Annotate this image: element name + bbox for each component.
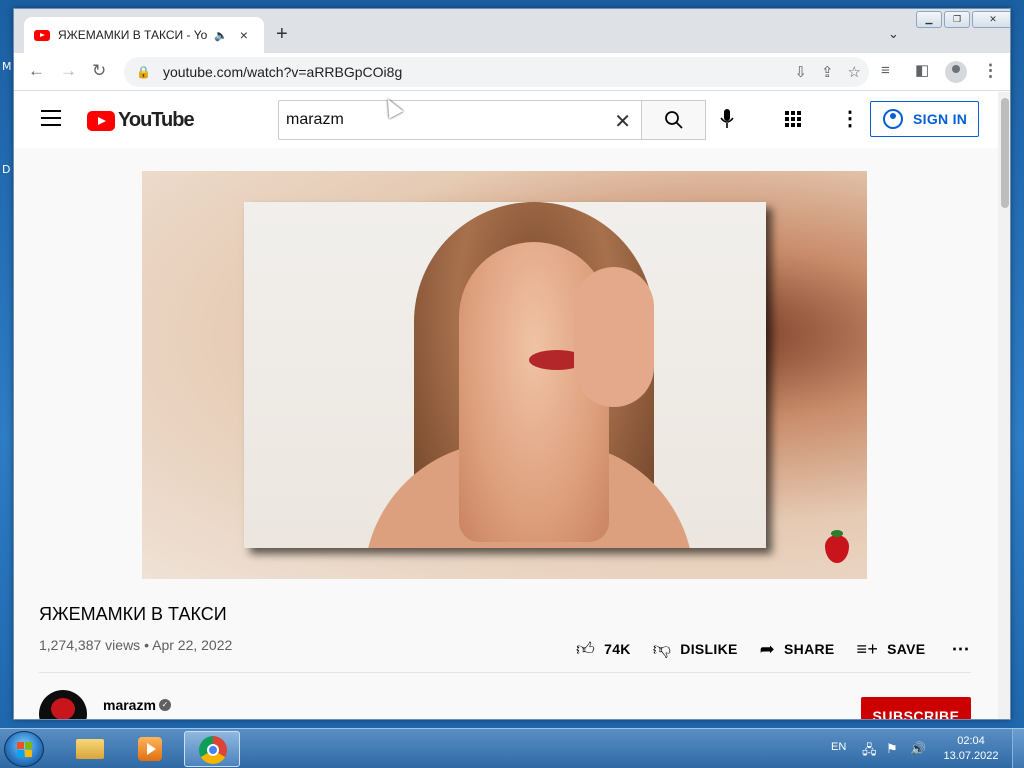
save-label: SAVE	[887, 641, 926, 657]
window-controls: ▁ ❐ ✕	[916, 11, 1010, 28]
lock-icon[interactable]: 🔒	[136, 65, 151, 79]
video-thumbnail-frame	[244, 202, 766, 548]
channel-avatar[interactable]	[39, 690, 87, 719]
taskbar-explorer[interactable]	[62, 731, 118, 767]
forward-arrow-icon[interactable]: →	[60, 62, 77, 80]
divider	[39, 672, 971, 673]
sign-in-button[interactable]: SIGN IN	[870, 101, 979, 137]
close-window-button[interactable]: ✕	[972, 11, 1010, 28]
settings-kebab-icon[interactable]: ⋮	[840, 106, 860, 131]
tab-title: ЯЖЕМАМКИ В ТАКСИ - YouTube	[58, 28, 208, 42]
install-app-icon[interactable]: ⇩	[794, 63, 807, 81]
video-title: ЯЖЕМАМКИ В ТАКСИ	[39, 604, 227, 624]
reading-list-icon[interactable]: ≡	[881, 62, 890, 80]
thumbs-down-icon: 👎︎	[652, 639, 672, 659]
search-input[interactable]	[286, 111, 586, 129]
browser-toolbar: ← → ↻ 🔒 youtube.com/watch?v=aRRBGpCOi8g …	[14, 53, 1010, 91]
share-button[interactable]: ➦ SHARE	[760, 639, 835, 660]
profile-avatar[interactable]	[945, 61, 967, 87]
show-desktop-button[interactable]	[1012, 729, 1024, 768]
desktop-icon-label[interactable]: M	[2, 60, 12, 73]
network-icon[interactable]: 🖧	[862, 741, 877, 763]
action-center-icon[interactable]: ⚑	[886, 741, 898, 757]
sign-in-label: SIGN IN	[913, 111, 968, 127]
browser-window: ЯЖЕМАМКИ В ТАКСИ - YouTube 🔈 × + ⌄ ▁ ❐ ✕…	[13, 8, 1011, 720]
speaker-icon[interactable]: 🔈	[214, 29, 228, 42]
new-tab-button[interactable]: +	[276, 24, 288, 44]
clock-time: 02:04	[957, 735, 985, 747]
side-panel-icon[interactable]: ◧	[915, 62, 929, 80]
dislike-label: DISLIKE	[680, 641, 738, 657]
microphone-icon[interactable]	[720, 108, 734, 136]
clear-search-icon[interactable]: ✕	[614, 109, 631, 134]
url-text[interactable]: youtube.com/watch?v=aRRBGpCOi8g	[163, 64, 402, 80]
media-player-icon	[138, 737, 162, 761]
subscribe-button[interactable]: SUBSCRIBE	[861, 697, 971, 719]
youtube-play-icon	[87, 110, 115, 131]
video-player[interactable]	[142, 171, 867, 579]
clock-date: 13.07.2022	[943, 750, 999, 762]
video-meta: 1,274,387 views • Apr 22, 2022	[39, 637, 232, 653]
taskbar-media-player[interactable]	[122, 731, 178, 767]
reload-icon[interactable]: ↻	[92, 62, 106, 80]
meta-separator: •	[144, 637, 153, 653]
account-icon	[883, 109, 903, 129]
folder-icon	[76, 739, 104, 759]
restore-button[interactable]: ❐	[944, 11, 970, 28]
scrollbar-thumb[interactable]	[1001, 98, 1009, 208]
youtube-logo[interactable]: YouTube	[87, 109, 195, 132]
thumbs-up-icon: 👍︎	[576, 639, 596, 659]
start-button[interactable]	[4, 731, 44, 767]
volume-icon[interactable]: 🔊	[910, 741, 926, 757]
like-button[interactable]: 👍︎ 74K	[576, 638, 631, 660]
tab-strip: ЯЖЕМАМКИ В ТАКСИ - YouTube 🔈 × + ⌄ ▁ ❐ ✕	[14, 9, 1010, 53]
apps-grid-icon[interactable]	[785, 111, 801, 127]
page-scrollbar[interactable]	[998, 92, 1010, 719]
browser-menu-icon[interactable]: ⋮	[982, 62, 999, 80]
verified-badge-icon: ✓	[159, 699, 171, 711]
save-button[interactable]: ≡+ SAVE	[857, 639, 926, 660]
address-bar[interactable]: 🔒 youtube.com/watch?v=aRRBGpCOi8g ⇩ ⇪ ☆	[124, 57, 869, 87]
system-clock[interactable]: 02:04 13.07.2022	[940, 734, 1002, 764]
logo-text: YouTube	[118, 109, 195, 131]
video-frame-hand	[574, 267, 654, 407]
profile-icon	[945, 61, 967, 83]
dislike-button[interactable]: 👎︎ DISLIKE	[653, 638, 738, 660]
chrome-icon	[199, 736, 227, 764]
share-label: SHARE	[784, 641, 835, 657]
taskbar-chrome[interactable]	[184, 731, 240, 767]
search-button[interactable]	[642, 100, 706, 140]
youtube-header: YouTube ✕ ⋮	[14, 92, 998, 148]
search-icon	[664, 111, 683, 129]
youtube-favicon-icon	[34, 29, 50, 41]
share-icon[interactable]: ⇪	[821, 63, 834, 81]
browser-tab[interactable]: ЯЖЕМАМКИ В ТАКСИ - YouTube 🔈 ×	[24, 17, 264, 53]
tab-search-chevron-icon[interactable]: ⌄	[888, 26, 899, 42]
minimize-button[interactable]: ▁	[916, 11, 942, 28]
tab-close-icon[interactable]: ×	[240, 27, 248, 43]
more-actions-icon[interactable]: ⋯	[951, 639, 969, 660]
taskbar: EN 🖧 ⚑ 🔊 02:04 13.07.2022	[0, 728, 1024, 768]
like-count: 74K	[604, 641, 631, 657]
hamburger-menu-icon[interactable]	[41, 110, 61, 126]
channel-watermark-icon[interactable]	[825, 530, 849, 563]
mic-shape	[720, 109, 734, 128]
desktop-icon-label[interactable]: D	[2, 163, 10, 176]
channel-name[interactable]: marazm	[103, 697, 156, 713]
search-box: ✕	[278, 100, 642, 140]
upload-date: Apr 22, 2022	[152, 637, 233, 653]
video-actions: 👍︎ 74K 👎︎ DISLIKE ➦ SHARE ≡+ SAVE ⋯	[576, 638, 970, 660]
back-arrow-icon[interactable]: ←	[28, 62, 45, 80]
windows-logo-icon	[17, 742, 32, 757]
playlist-add-icon: ≡+	[856, 638, 879, 659]
view-count: 1,274,387 views	[39, 637, 141, 653]
bookmark-star-icon[interactable]: ☆	[848, 63, 861, 81]
language-indicator[interactable]: EN	[831, 741, 846, 753]
share-arrow-icon: ➦	[759, 638, 776, 659]
youtube-page: YouTube ✕ ⋮	[14, 92, 998, 719]
omnibox-actions: ⇩ ⇪ ☆	[794, 63, 861, 81]
